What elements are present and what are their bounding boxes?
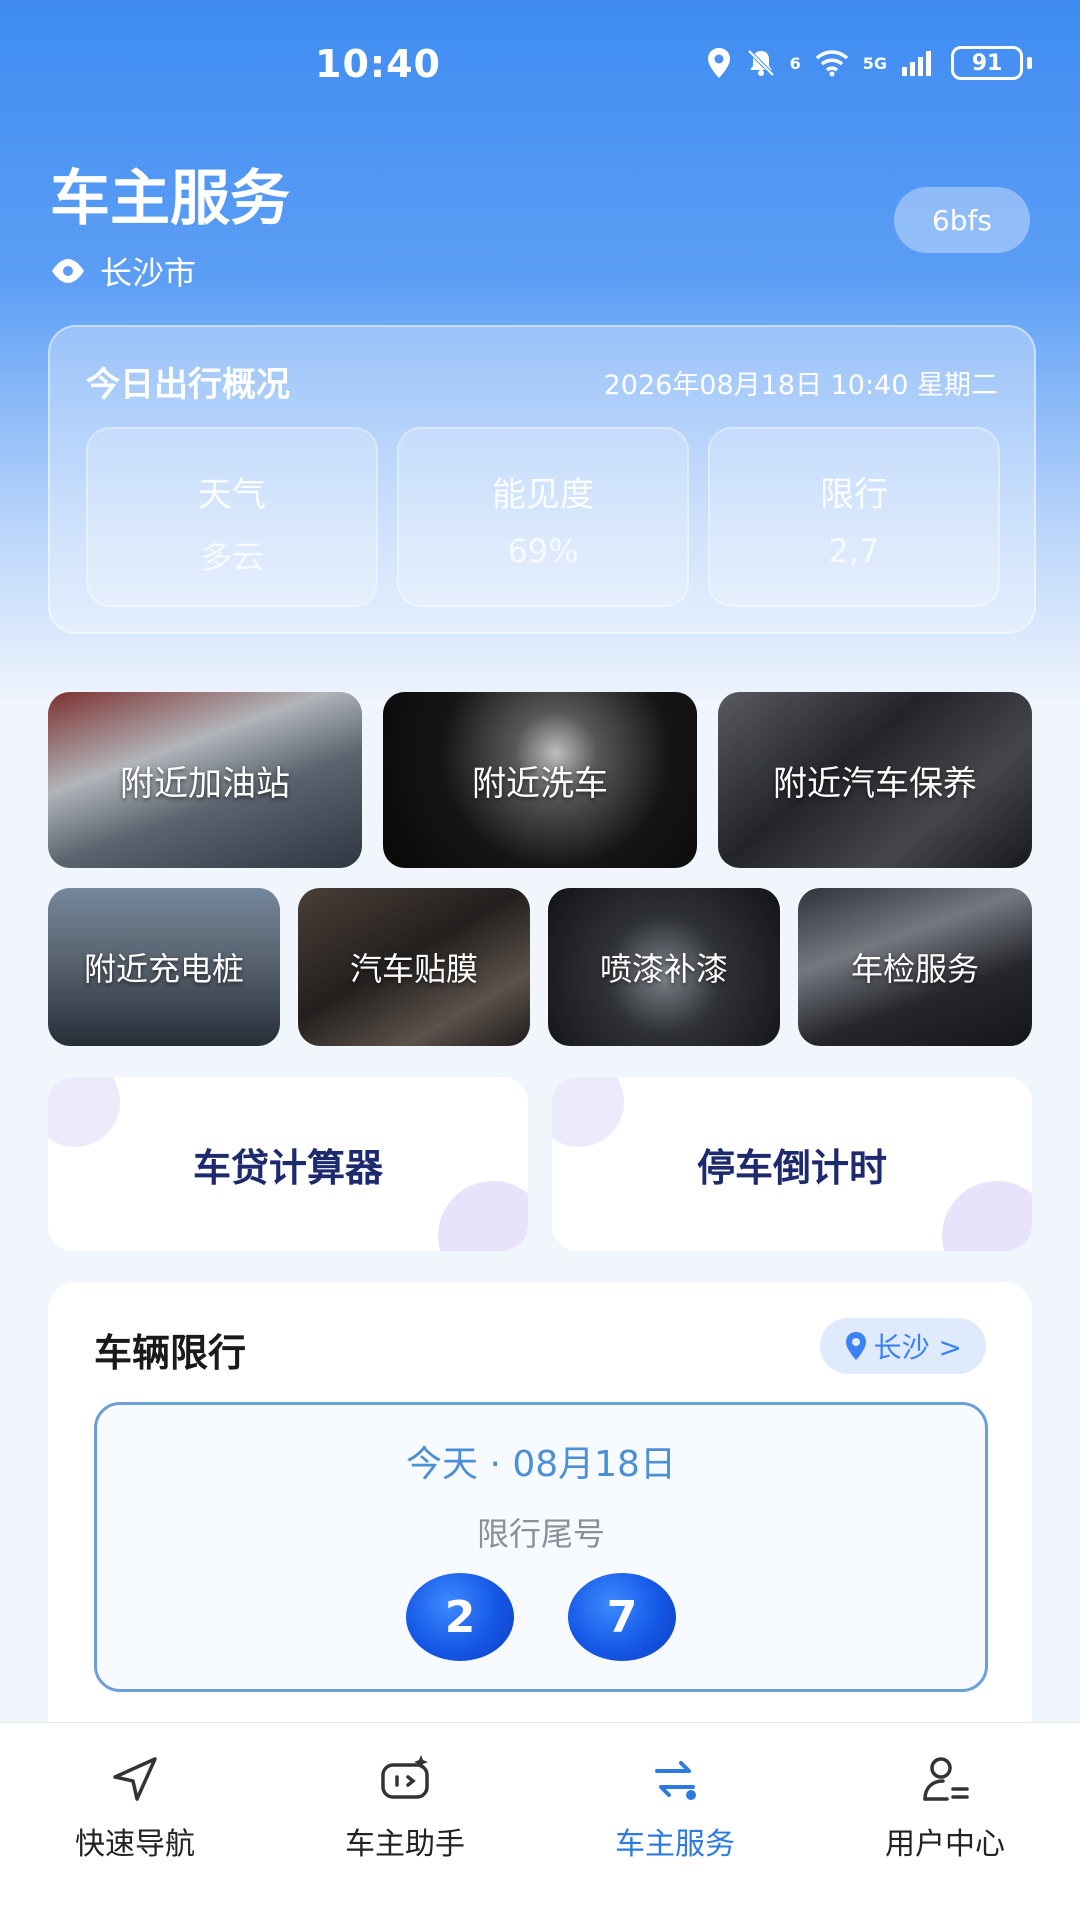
paint-repair-label: 喷漆补漆: [599, 950, 728, 988]
tab-owner-assistant[interactable]: 车主助手: [270, 1723, 540, 1921]
parking-countdown-label: 停车倒计时: [696, 1145, 887, 1190]
annual-inspection-label: 年检服务: [850, 950, 979, 988]
location-pin-icon: [845, 1332, 866, 1360]
assistant-bot-icon: [381, 1755, 429, 1799]
location-eye-icon: [52, 259, 84, 283]
nearby-maintenance-label: 附近汽车保养: [773, 763, 977, 804]
current-city[interactable]: 长沙市: [50, 248, 196, 294]
wifi-icon: [815, 50, 848, 77]
car-film-label: 汽车贴膜: [349, 950, 478, 988]
paint-repair-tile[interactable]: 喷漆补漆: [548, 888, 780, 1046]
restriction-number: 7: [568, 1573, 676, 1661]
mute-bell-icon: [747, 49, 775, 77]
tab-label: 车主服务: [615, 1827, 735, 1862]
nearby-car-wash-tile[interactable]: 附近洗车: [383, 692, 697, 868]
travel-overview-card: 今日出行概况 2026年08月18日 10:40 星期二 天气 多云 能见度 6…: [48, 325, 1036, 634]
decor-blob: [942, 1181, 1032, 1251]
nearby-maintenance-tile[interactable]: 附近汽车保养: [718, 692, 1032, 868]
location-icon: [707, 48, 730, 78]
nearby-car-wash-label: 附近洗车: [472, 763, 608, 804]
cell-signal-icon: [902, 51, 931, 76]
restriction-numbers: 2 7: [97, 1573, 985, 1661]
annual-inspection-tile[interactable]: 年检服务: [798, 888, 1032, 1046]
restriction-city-label: 长沙 >: [873, 1331, 962, 1364]
weather-label: 天气: [198, 475, 266, 515]
header-badge-button[interactable]: 6bfs: [894, 187, 1030, 253]
weather-value: 多云: [199, 538, 264, 576]
visibility-label: 能见度: [492, 475, 594, 515]
nearby-gas-station-tile[interactable]: 附近加油站: [48, 692, 362, 868]
decor-blob: [552, 1077, 624, 1147]
user-profile-icon: [923, 1757, 969, 1801]
decor-blob: [438, 1181, 528, 1251]
restriction-date: 今天 · 08月18日: [406, 1444, 676, 1485]
tab-label: 快速导航: [75, 1827, 195, 1862]
battery-indicator: 91: [951, 46, 1023, 80]
restriction-subtitle: 限行尾号: [476, 1515, 605, 1553]
overview-datetime: 2026年08月18日 10:40 星期二: [603, 370, 998, 401]
restriction-box: 限行 2,7: [708, 427, 1000, 607]
restriction-label: 限行: [820, 475, 888, 515]
wifi-6-label: 6: [789, 53, 801, 73]
vehicle-restriction-card: 车辆限行 长沙 > 今天 · 08月18日 限行尾号 2 7: [48, 1282, 1032, 1722]
parking-countdown-card[interactable]: 停车倒计时: [552, 1077, 1032, 1251]
car-film-tile[interactable]: 汽车贴膜: [298, 888, 530, 1046]
battery-level: 91: [971, 50, 1003, 76]
service-swap-icon: [655, 1761, 696, 1800]
navigation-arrow-icon: [113, 1757, 157, 1801]
bottom-tab-bar: 快速导航 车主助手 车主服务 用户中心: [0, 1722, 1080, 1921]
restriction-detail-box: 今天 · 08月18日 限行尾号 2 7: [94, 1402, 988, 1692]
tab-quick-navigation[interactable]: 快速导航: [0, 1723, 270, 1921]
car-loan-calculator-label: 车贷计算器: [192, 1145, 383, 1190]
visibility-box: 能见度 69%: [397, 427, 689, 607]
visibility-value: 69%: [507, 532, 579, 570]
car-loan-calculator-card[interactable]: 车贷计算器: [48, 1077, 528, 1251]
status-bar: 10:40 6 5G 91: [0, 0, 1080, 130]
page-title: 车主服务: [50, 164, 290, 234]
nearby-charging-label: 附近充电桩: [83, 950, 244, 988]
tab-owner-services[interactable]: 车主服务: [540, 1723, 810, 1921]
nearby-gas-station-label: 附近加油站: [120, 763, 290, 804]
restriction-value: 2,7: [828, 532, 880, 570]
weather-box: 天气 多云: [86, 427, 378, 607]
tab-label: 用户中心: [885, 1827, 1005, 1862]
city-label: 长沙市: [100, 254, 197, 292]
restriction-city-chip[interactable]: 长沙 >: [819, 1318, 986, 1374]
restriction-title: 车辆限行: [94, 1331, 247, 1375]
nearby-charging-tile[interactable]: 附近充电桩: [48, 888, 280, 1046]
battery-nub: [1027, 57, 1032, 69]
tab-user-center[interactable]: 用户中心: [810, 1723, 1080, 1921]
status-icons: 6 5G 91: [706, 46, 1032, 80]
tab-label: 车主助手: [345, 1827, 465, 1862]
status-time: 10:40: [315, 42, 441, 86]
decor-blob: [48, 1077, 120, 1147]
overview-title: 今日出行概况: [86, 365, 290, 405]
network-type: 5G: [862, 53, 887, 73]
restriction-number: 2: [406, 1573, 514, 1661]
